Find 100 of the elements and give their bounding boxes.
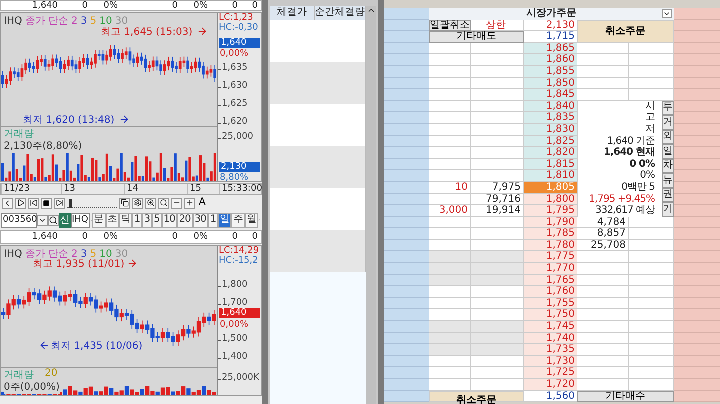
period-button[interactable]: 5	[152, 212, 162, 228]
side-tab-button[interactable]: 권	[662, 188, 674, 202]
summary-value: 0	[171, 232, 179, 242]
period-label: 5	[90, 248, 97, 260]
info-text: 332,617 예상	[594, 205, 656, 217]
price-tick: 1,620	[222, 117, 248, 127]
price-cell[interactable]: 1,810	[524, 170, 577, 182]
side-tab-button[interactable]: 차	[662, 158, 674, 174]
cancel-order-button[interactable]: 취소주문	[429, 390, 524, 402]
price-tick: 1,635	[222, 63, 248, 73]
period-label: 3	[80, 248, 88, 260]
price-cell[interactable]: 1,815	[524, 158, 577, 170]
period-button[interactable]: 10	[162, 212, 178, 228]
info-text: 1,795 +9.45%	[588, 194, 656, 206]
price-cell[interactable]: 1,795	[524, 205, 577, 217]
side-tab-button[interactable]: 투	[662, 100, 674, 116]
volume-title: 거래량	[4, 369, 34, 382]
period-button[interactable]: 3	[142, 212, 152, 228]
period-button[interactable]: 20	[177, 212, 193, 228]
period-button[interactable]: 틱	[119, 212, 132, 228]
summary-value: 0	[81, 232, 89, 242]
info-text: 1,640 기준	[606, 136, 656, 147]
side-tab-button[interactable]: 거	[662, 115, 674, 130]
price-tick: 1,800	[222, 280, 248, 290]
chart-symbol: IHQ	[4, 248, 22, 260]
price-cell[interactable]: 1,840	[524, 100, 577, 112]
upper-limit-price: 2,130	[524, 20, 577, 32]
low-price-label: 최저 1,435 (10/06)	[51, 340, 143, 353]
side-tab-button[interactable]: 기	[662, 202, 674, 217]
period-button[interactable]: 1	[208, 212, 218, 228]
period-button[interactable]: 일	[218, 212, 232, 228]
order-cell: 19,914	[471, 205, 524, 217]
hc-value: HC:-0,30	[219, 23, 258, 33]
price-cell[interactable]: 1,860	[524, 54, 577, 66]
summary-value: 0%	[102, 1, 119, 11]
period-button[interactable]: 30	[192, 212, 208, 228]
period-button[interactable]: 주	[231, 212, 245, 228]
bulk-cancel-button[interactable]: 일괄취소	[429, 20, 471, 32]
price-cell[interactable]: 1,735	[524, 344, 577, 356]
axis-label: 13	[61, 184, 124, 194]
period-label: 30	[115, 248, 128, 260]
price-cell[interactable]: 1,725	[524, 367, 577, 379]
price-badge: 1,640	[219, 308, 260, 318]
price-badge: 1,640	[219, 38, 260, 48]
price-cell[interactable]: 1,865	[524, 42, 577, 54]
summary-value: 0	[231, 1, 239, 11]
side-tab-button[interactable]: 외	[662, 130, 674, 144]
order-cell: 10	[429, 182, 471, 194]
lc-value: LC:14,29	[219, 246, 260, 256]
summary-value: 0	[81, 1, 89, 11]
price-cell[interactable]: 1,720	[524, 379, 577, 391]
order-cell: 79,716	[471, 194, 524, 206]
stock-name-field[interactable]: IHQ	[71, 212, 90, 228]
price-cell[interactable]: 1,855	[524, 66, 577, 78]
price-cell[interactable]: 1,770	[524, 263, 577, 275]
price-cell[interactable]: 1,835	[524, 112, 577, 124]
other-buy-button[interactable]: 기타매수	[577, 390, 674, 402]
price-cell[interactable]: 1,740	[524, 332, 577, 344]
other-sell-button[interactable]: 기타매도	[429, 31, 524, 43]
price-cell[interactable]: 1,825	[524, 136, 577, 148]
price-cell[interactable]: 1,850	[524, 78, 577, 90]
price-cell: 1,560	[524, 390, 577, 402]
change-percent: 0,00%	[220, 320, 249, 330]
period-label: 10	[100, 16, 112, 26]
price-cell[interactable]: 1,750	[524, 309, 577, 322]
price-cell[interactable]: 1,765	[524, 274, 577, 286]
order-cell: 4,784	[577, 216, 629, 228]
price-cell[interactable]: 1,820	[524, 147, 577, 159]
price-cell[interactable]: 1,785	[524, 228, 577, 240]
indicator-label: 종가 단순	[25, 248, 69, 260]
axis-label: 11/23	[1, 184, 61, 194]
price-cell[interactable]: 1,760	[524, 286, 577, 298]
price-cell[interactable]: 1,730	[524, 356, 577, 368]
volume-badge: 2,130	[219, 162, 260, 172]
side-tab-button[interactable]: 뉴	[662, 173, 674, 188]
period-button[interactable]: 초	[106, 212, 120, 228]
summary-value: 0%	[192, 232, 209, 242]
price-cell[interactable]: 1,790	[524, 216, 577, 228]
price-cell[interactable]: 1,830	[524, 124, 577, 136]
period-button[interactable]: 1	[132, 212, 142, 228]
price-cell[interactable]: 1,775	[524, 251, 577, 264]
price-cell[interactable]: 1,755	[524, 298, 577, 310]
period-button[interactable]: 분	[92, 212, 106, 228]
price-tick: 1,630	[222, 81, 248, 91]
side-tab-button[interactable]: 일	[662, 144, 674, 159]
price-cell[interactable]: 1,745	[524, 321, 577, 333]
cancel-order-button[interactable]: 취소주문	[577, 20, 674, 43]
period-label: 10	[100, 248, 112, 260]
price-cell[interactable]: 1,780	[524, 240, 577, 252]
change-percent: 0,00%	[220, 49, 249, 59]
info-text: 0백만 5	[620, 182, 656, 194]
price-cell[interactable]: 1,845	[524, 89, 577, 101]
chart-symbol: IHQ	[4, 16, 22, 26]
period-button[interactable]: 월	[244, 212, 258, 228]
stock-code-field[interactable]: 003560	[1, 212, 37, 228]
price-cell[interactable]: 1,800	[524, 194, 577, 206]
price-cell[interactable]: 1,805	[524, 182, 577, 194]
font-button[interactable]: A	[197, 197, 208, 209]
axis-label: 15	[187, 184, 219, 194]
volume-average-label: 20	[45, 368, 58, 379]
